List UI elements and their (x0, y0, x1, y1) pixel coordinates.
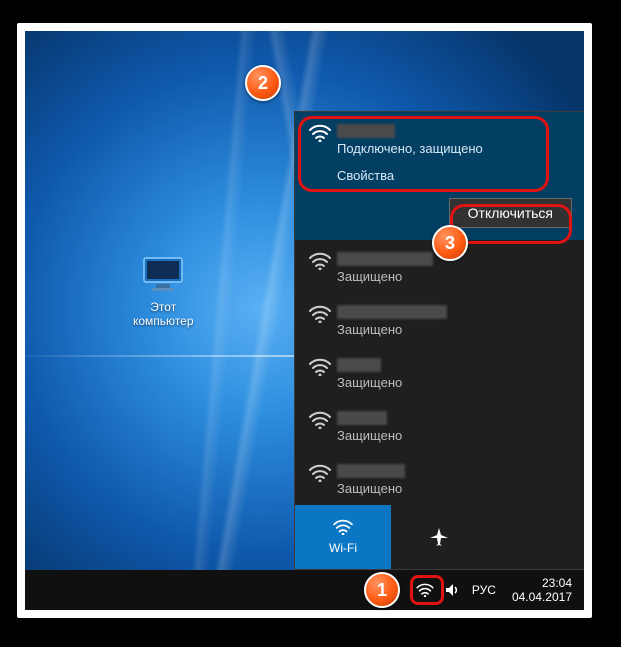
tray-clock[interactable]: 23:04 04.04.2017 (512, 576, 572, 604)
network-ssid (337, 409, 570, 427)
wifi-icon (332, 519, 354, 535)
tray-time: 23:04 (512, 576, 572, 590)
connection-status: Подключено, защищено (337, 140, 570, 157)
network-ssid (337, 303, 570, 321)
tray-wifi-icon[interactable] (416, 581, 434, 599)
desktop-icon-label: Этот компьютер (133, 300, 194, 328)
wifi-tile-label: Wi-Fi (329, 541, 357, 555)
network-item[interactable]: Защищено (295, 346, 584, 399)
taskbar: ∧ РУС 23:04 04.04.2017 (25, 570, 584, 610)
annotation-badge-3: 3 (432, 225, 468, 261)
wifi-signal-icon (309, 411, 337, 432)
network-ssid (337, 462, 570, 480)
desktop-icon-this-pc[interactable]: Этот компьютер (133, 256, 194, 328)
wifi-tile[interactable]: Wi-Fi (295, 505, 391, 569)
network-security: Защищено (337, 374, 570, 391)
wifi-signal-icon (309, 358, 337, 379)
airplane-mode-tile[interactable] (391, 505, 487, 569)
disconnect-button[interactable]: Отключиться (449, 198, 572, 228)
network-security: Защищено (337, 268, 570, 285)
system-tray: ∧ РУС 23:04 04.04.2017 (388, 576, 572, 604)
airplane-icon (429, 527, 449, 547)
network-security: Защищено (337, 427, 570, 444)
network-item[interactable]: Защищено (295, 399, 584, 452)
network-security: Защищено (337, 480, 570, 497)
wifi-signal-icon (309, 305, 337, 326)
wifi-signal-icon (309, 124, 337, 145)
tray-volume-icon[interactable] (444, 581, 462, 599)
annotation-badge-1: 1 (364, 572, 400, 608)
wifi-signal-icon (309, 252, 337, 273)
tray-date: 04.04.2017 (512, 590, 572, 604)
network-item-connected[interactable]: Подключено, защищено Свойства (295, 112, 584, 192)
network-ssid (337, 122, 570, 140)
network-ssid (337, 356, 570, 374)
annotation-badge-2: 2 (245, 65, 281, 101)
network-flyout: Подключено, защищено Свойства Отключитьс… (294, 111, 584, 570)
network-item[interactable]: Защищено (295, 293, 584, 346)
properties-link[interactable]: Свойства (337, 167, 570, 184)
network-security: Защищено (337, 321, 570, 338)
tray-language[interactable]: РУС (472, 583, 496, 597)
quick-tiles: Wi-Fi (295, 505, 584, 569)
network-item[interactable]: Защищено (295, 452, 584, 505)
wifi-signal-icon (309, 464, 337, 485)
this-pc-icon (142, 256, 184, 294)
